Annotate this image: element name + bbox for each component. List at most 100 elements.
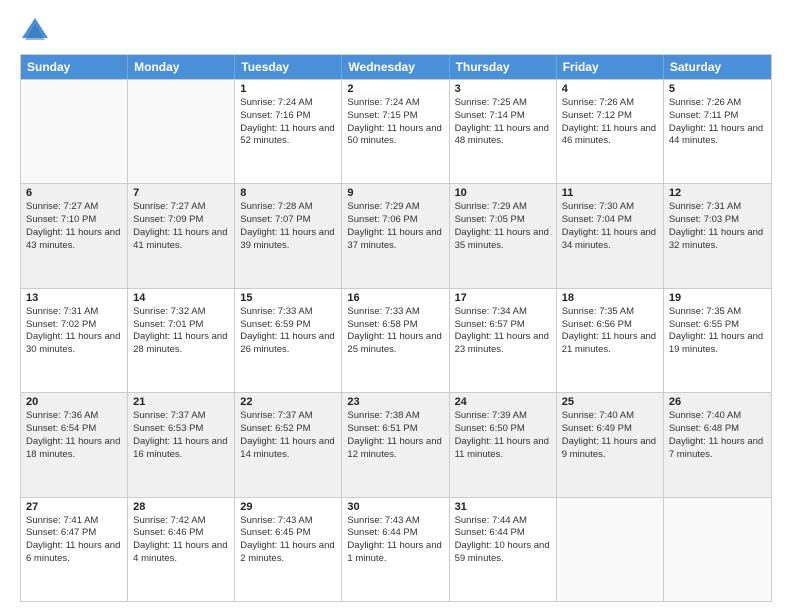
daylight-text: Daylight: 11 hours and 19 minutes. xyxy=(669,331,766,357)
daylight-text: Daylight: 11 hours and 52 minutes. xyxy=(240,123,336,149)
sunset-text: Sunset: 6:53 PM xyxy=(133,423,229,436)
sunrise-text: Sunrise: 7:40 AM xyxy=(562,410,658,423)
daylight-text: Daylight: 11 hours and 32 minutes. xyxy=(669,227,766,253)
daylight-text: Daylight: 11 hours and 26 minutes. xyxy=(240,331,336,357)
daylight-text: Daylight: 11 hours and 50 minutes. xyxy=(347,123,443,149)
day-number: 30 xyxy=(347,501,443,513)
sunset-text: Sunset: 7:02 PM xyxy=(26,319,122,332)
header-day-saturday: Saturday xyxy=(664,55,771,79)
cal-cell: 23Sunrise: 7:38 AMSunset: 6:51 PMDayligh… xyxy=(342,393,449,496)
daylight-text: Daylight: 11 hours and 39 minutes. xyxy=(240,227,336,253)
cal-cell: 15Sunrise: 7:33 AMSunset: 6:59 PMDayligh… xyxy=(235,289,342,392)
cal-cell: 26Sunrise: 7:40 AMSunset: 6:48 PMDayligh… xyxy=(664,393,771,496)
day-number: 19 xyxy=(669,292,766,304)
sunrise-text: Sunrise: 7:44 AM xyxy=(455,515,551,528)
cal-cell xyxy=(21,80,128,183)
day-number: 24 xyxy=(455,396,551,408)
sunset-text: Sunset: 6:51 PM xyxy=(347,423,443,436)
sunset-text: Sunset: 6:54 PM xyxy=(26,423,122,436)
cal-cell xyxy=(664,498,771,601)
day-number: 5 xyxy=(669,83,766,95)
sunset-text: Sunset: 6:47 PM xyxy=(26,527,122,540)
cal-cell: 28Sunrise: 7:42 AMSunset: 6:46 PMDayligh… xyxy=(128,498,235,601)
sunset-text: Sunset: 7:06 PM xyxy=(347,214,443,227)
day-number: 10 xyxy=(455,187,551,199)
day-number: 1 xyxy=(240,83,336,95)
week-row-2: 6 Sunrise: 7:27 AM Sunset: 7:10 PM Daylight… xyxy=(21,183,771,287)
daylight-text: Daylight: 11 hours and 18 minutes. xyxy=(26,436,122,462)
logo xyxy=(20,16,54,44)
cal-cell: 24Sunrise: 7:39 AMSunset: 6:50 PMDayligh… xyxy=(450,393,557,496)
sunset-text: Sunset: 7:15 PM xyxy=(347,110,443,123)
cal-cell: 30Sunrise: 7:43 AMSunset: 6:44 PMDayligh… xyxy=(342,498,449,601)
day-number: 26 xyxy=(669,396,766,408)
cal-cell: 7Sunrise: 7:27 AMSunset: 7:09 PMDaylight… xyxy=(128,184,235,287)
daylight-text: Daylight: 11 hours and 4 minutes. xyxy=(133,540,229,566)
day-number: 15 xyxy=(240,292,336,304)
cal-cell: 12 Sunrise: 7:31 AMSunset: 7:03 PMDayligh… xyxy=(664,184,771,287)
sunset-text: Sunset: 7:09 PM xyxy=(133,214,229,227)
sunrise-text: Sunrise: 7:28 AM xyxy=(240,201,336,214)
sunset-text: Sunset: 7:14 PM xyxy=(455,110,551,123)
page: SundayMondayTuesdayWednesdayThursdayFrid… xyxy=(0,0,792,612)
sunrise-text: Sunrise: 7:27 AM xyxy=(133,201,229,214)
sunset-text: Sunset: 6:45 PM xyxy=(240,527,336,540)
sunset-text: Sunset: 7:05 PM xyxy=(455,214,551,227)
cal-cell: 29Sunrise: 7:43 AMSunset: 6:45 PMDayligh… xyxy=(235,498,342,601)
sunrise-text: Sunrise: 7:32 AM xyxy=(133,306,229,319)
cal-cell: 16Sunrise: 7:33 AMSunset: 6:58 PMDayligh… xyxy=(342,289,449,392)
sunrise-text: Sunrise: 7:26 AM xyxy=(669,97,766,110)
cal-cell: 1 Sunrise: 7:24 AMSunset: 7:16 PMDaylight… xyxy=(235,80,342,183)
sunset-text: Sunset: 7:11 PM xyxy=(669,110,766,123)
cal-cell: 11Sunrise: 7:30 AMSunset: 7:04 PMDayligh… xyxy=(557,184,664,287)
daylight-text: Daylight: 11 hours and 35 minutes. xyxy=(455,227,551,253)
daylight-text: Daylight: 11 hours and 21 minutes. xyxy=(562,331,658,357)
day-number: 8 xyxy=(240,187,336,199)
week-row-1: 1Sunrise: 7:24 AMSunset: 7:16 PMDaylight… xyxy=(21,79,771,183)
sunset-text: Sunset: 7:10 PM xyxy=(26,214,122,227)
header-day-tuesday: Tuesday xyxy=(235,55,342,79)
cal-cell: 10Sunrise: 7:29 AMSunset: 7:05 PMDayligh… xyxy=(450,184,557,287)
day-number: 9 xyxy=(347,187,443,199)
day-number: 3 xyxy=(455,83,551,95)
cal-cell xyxy=(557,498,664,601)
sunset-text: Sunset: 6:48 PM xyxy=(669,423,766,436)
sunset-text: Sunset: 6:50 PM xyxy=(455,423,551,436)
cal-cell: 8Sunrise: 7:28 AMSunset: 7:07 PMDaylight… xyxy=(235,184,342,287)
daylight-text: Daylight: 11 hours and 41 minutes. xyxy=(133,227,229,253)
day-number: 12 xyxy=(669,187,766,199)
daylight-text: Daylight: 11 hours and 23 minutes. xyxy=(455,331,551,357)
cal-cell: 17Sunrise: 7:34 AMSunset: 6:57 PMDayligh… xyxy=(450,289,557,392)
daylight-text: Daylight: 11 hours and 6 minutes. xyxy=(26,540,122,566)
daylight-text: Daylight: 11 hours and 12 minutes. xyxy=(347,436,443,462)
sunset-text: Sunset: 7:03 PM xyxy=(669,214,766,227)
header-day-friday: Friday xyxy=(557,55,664,79)
cal-cell: 14Sunrise: 7:32 AMSunset: 7:01 PMDayligh… xyxy=(128,289,235,392)
sunrise-text: Sunrise: 7:42 AM xyxy=(133,515,229,528)
sunrise-text: Sunrise: 7:43 AM xyxy=(240,515,336,528)
week-row-5: 27Sunrise: 7:41 AMSunset: 6:47 PMDayligh… xyxy=(21,497,771,601)
sunrise-text: Sunrise: 7:24 AM xyxy=(240,97,336,110)
sunset-text: Sunset: 6:44 PM xyxy=(347,527,443,540)
header-day-monday: Monday xyxy=(128,55,235,79)
day-number: 6 xyxy=(26,187,122,199)
week-row-3: 13Sunrise: 7:31 AMSunset: 7:02 PMDayligh… xyxy=(21,288,771,392)
sunrise-text: Sunrise: 7:34 AM xyxy=(455,306,551,319)
sunrise-text: Sunrise: 7:37 AM xyxy=(240,410,336,423)
sunrise-text: Sunrise: 7:37 AM xyxy=(133,410,229,423)
sunrise-text: Sunrise: 7:31 AM xyxy=(669,201,766,214)
sunset-text: Sunset: 7:16 PM xyxy=(240,110,336,123)
daylight-text: Daylight: 10 hours and 59 minutes. xyxy=(455,540,551,566)
sunset-text: Sunset: 6:58 PM xyxy=(347,319,443,332)
sunrise-text: Sunrise: 7:35 AM xyxy=(669,306,766,319)
sunrise-text: Sunrise: 7:33 AM xyxy=(347,306,443,319)
cal-cell: 21Sunrise: 7:37 AMSunset: 6:53 PMDayligh… xyxy=(128,393,235,496)
sunset-text: Sunset: 6:55 PM xyxy=(669,319,766,332)
header-day-sunday: Sunday xyxy=(21,55,128,79)
day-number: 27 xyxy=(26,501,122,513)
daylight-text: Daylight: 11 hours and 9 minutes. xyxy=(562,436,658,462)
sunrise-text: Sunrise: 7:30 AM xyxy=(562,201,658,214)
sunset-text: Sunset: 6:52 PM xyxy=(240,423,336,436)
sunrise-text: Sunrise: 7:33 AM xyxy=(240,306,336,319)
sunset-text: Sunset: 7:01 PM xyxy=(133,319,229,332)
